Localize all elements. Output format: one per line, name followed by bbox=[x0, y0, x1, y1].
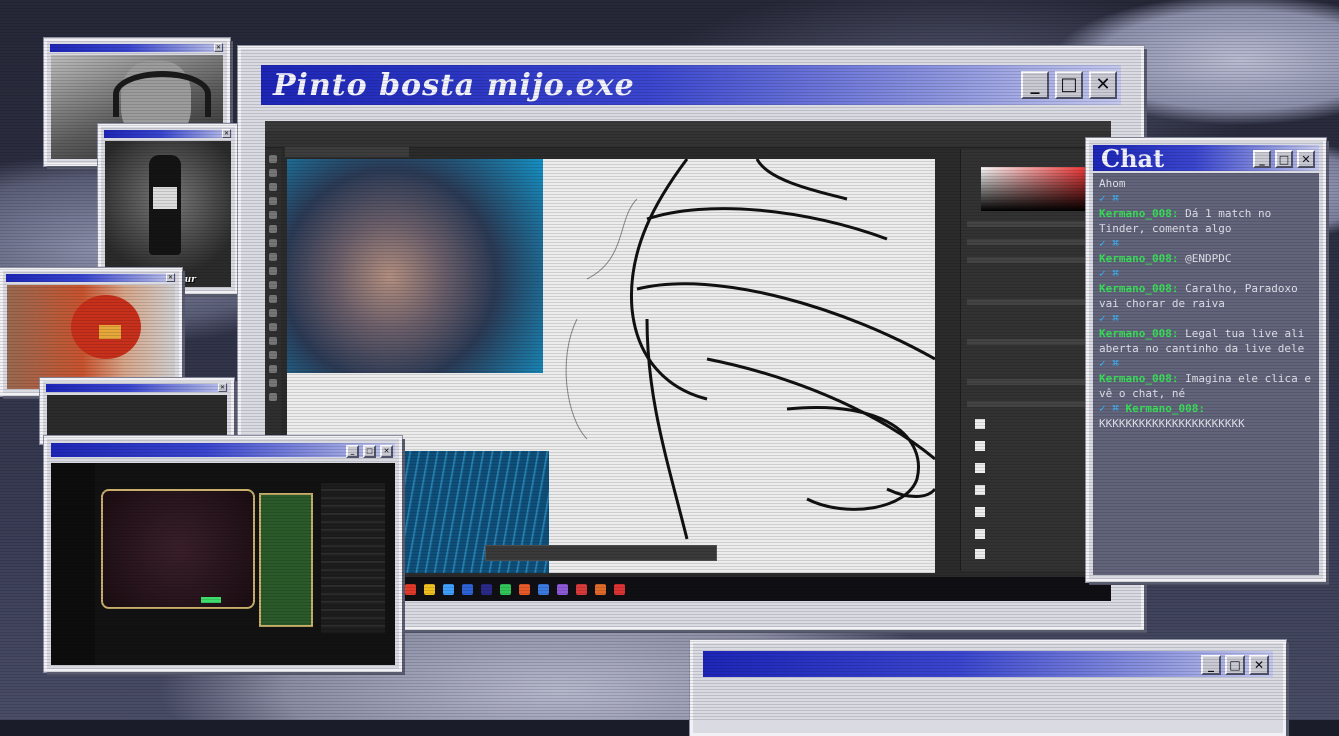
badge-icon: ✓ ⌘ bbox=[1099, 237, 1119, 250]
webcam-window-1-titlebar[interactable] bbox=[50, 44, 224, 52]
bottom-window[interactable]: _ □ ✕ bbox=[690, 640, 1286, 736]
maximize-icon[interactable]: □ bbox=[1275, 150, 1293, 168]
close-icon[interactable]: ✕ bbox=[1297, 150, 1315, 168]
chat-username: Kermano_008: bbox=[1099, 372, 1179, 385]
discord-window[interactable]: _ □ ✕ bbox=[44, 436, 402, 672]
discord-window-titlebar[interactable] bbox=[51, 443, 395, 457]
badge-icon: ✓ ⌘ bbox=[1099, 312, 1119, 325]
webcam-window-2-titlebar[interactable] bbox=[104, 130, 232, 138]
chat-message: Ahom bbox=[1099, 176, 1313, 191]
small-window-4[interactable]: ✕ bbox=[40, 378, 234, 444]
chat-username: Kermano_008: bbox=[1099, 207, 1179, 220]
chat-username: Kermano_008: bbox=[1099, 327, 1179, 340]
chat-message: ✓ ⌘ Kermano_008: Legal tua live ali abert… bbox=[1099, 311, 1313, 356]
photoshop-context-bar[interactable] bbox=[485, 545, 717, 561]
chat-messages: Ahom ✓ ⌘ Kermano_008: Dá 1 match no Tinde… bbox=[1093, 173, 1319, 575]
photoshop-options-bar[interactable] bbox=[265, 131, 1111, 148]
chat-window-title: Chat bbox=[1101, 143, 1165, 173]
main-window-title: Pinto bosta mijo.exe bbox=[273, 67, 635, 103]
minimize-icon[interactable]: _ bbox=[1253, 150, 1271, 168]
chat-message: ✓ ⌘ Kermano_008: Dá 1 match no Tinder, co… bbox=[1099, 191, 1313, 236]
close-icon[interactable]: ✕ bbox=[166, 273, 175, 282]
tung-tung-video: Tung Tung Sahur bbox=[105, 141, 231, 287]
badge-icon: ✓ ⌘ bbox=[1099, 402, 1119, 415]
chat-username: Kermano_008: bbox=[1099, 252, 1179, 265]
minimize-icon[interactable]: _ bbox=[1201, 655, 1221, 675]
maximize-icon[interactable]: □ bbox=[1055, 71, 1083, 99]
webcam-window-3[interactable]: ✕ bbox=[0, 268, 182, 396]
minimize-icon[interactable]: _ bbox=[346, 445, 359, 458]
maximize-icon[interactable]: □ bbox=[363, 445, 376, 458]
main-window-titlebar[interactable]: Pinto bosta mijo.exe bbox=[261, 65, 1121, 105]
close-icon[interactable]: ✕ bbox=[1249, 655, 1269, 675]
chat-window[interactable]: Chat _ □ ✕ Ahom ✓ ⌘ Kermano_008: Dá 1 mat… bbox=[1086, 138, 1326, 582]
chat-message: ✓ ⌘ Kermano_008: Caralho, Paradoxo vai ch… bbox=[1099, 266, 1313, 311]
small-window-4-content bbox=[47, 395, 227, 437]
chat-message: ✓ ⌘ Kermano_008: Imagina ele clica e vê o… bbox=[1099, 356, 1313, 401]
chat-message-text: KKKKKKKKKKKKKKKKKKKKKK bbox=[1099, 417, 1245, 430]
chat-message-text: Ahom bbox=[1099, 177, 1126, 190]
discord-content bbox=[51, 463, 395, 665]
close-icon[interactable]: ✕ bbox=[1089, 71, 1117, 99]
photoshop-document-tab[interactable] bbox=[285, 147, 409, 157]
chat-username: Kermano_008: bbox=[1125, 402, 1205, 415]
badge-icon: ✓ ⌘ bbox=[1099, 192, 1119, 205]
minimize-icon[interactable]: _ bbox=[1021, 71, 1049, 99]
webcam-window-3-titlebar[interactable] bbox=[6, 274, 176, 282]
chat-message-text: @ENDPDC bbox=[1185, 252, 1232, 265]
chat-message: ✓ ⌘ Kermano_008: @ENDPDC bbox=[1099, 236, 1313, 266]
maximize-icon[interactable]: □ bbox=[1225, 655, 1245, 675]
close-icon[interactable]: ✕ bbox=[214, 43, 223, 52]
close-icon[interactable]: ✕ bbox=[222, 129, 231, 138]
close-icon[interactable]: ✕ bbox=[218, 383, 227, 392]
badge-icon: ✓ ⌘ bbox=[1099, 357, 1119, 370]
badge-icon: ✓ ⌘ bbox=[1099, 267, 1119, 280]
photoshop-menu-bar[interactable] bbox=[265, 121, 1111, 131]
chat-username: Kermano_008: bbox=[1099, 282, 1179, 295]
chat-message: ✓ ⌘ Kermano_008: KKKKKKKKKKKKKKKKKKKKKK bbox=[1099, 401, 1313, 431]
angry-bird-video bbox=[7, 285, 175, 389]
close-icon[interactable]: ✕ bbox=[380, 445, 393, 458]
small-window-4-titlebar[interactable] bbox=[46, 384, 228, 392]
bottom-window-titlebar[interactable] bbox=[703, 651, 1273, 677]
streamer-webcam-overlay bbox=[287, 159, 543, 373]
